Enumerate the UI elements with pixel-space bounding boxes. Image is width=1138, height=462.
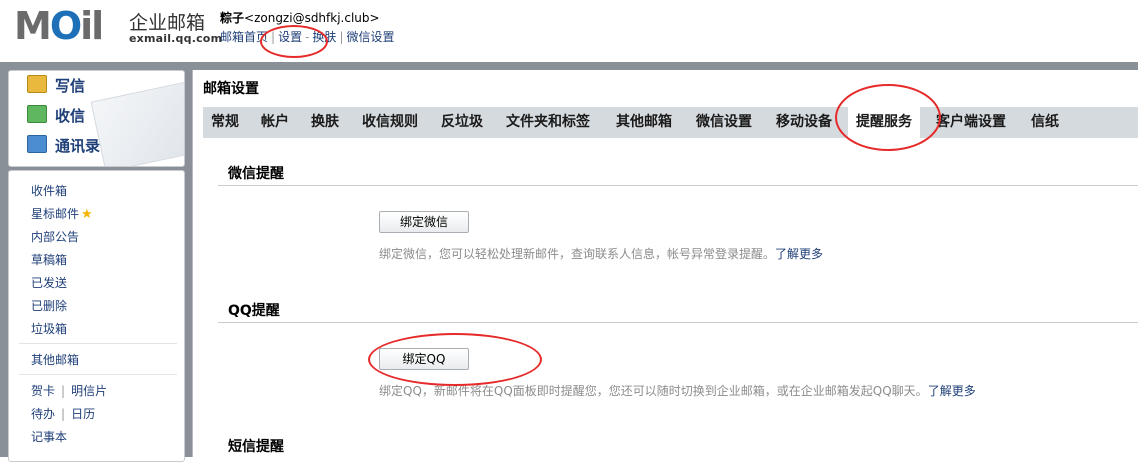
separator: - xyxy=(305,30,310,44)
description-text: 绑定QQ，新邮件将在QQ面板即时提醒您，您还可以随时切换到企业邮箱，或在企业邮箱… xyxy=(379,384,928,398)
folder-inbox[interactable]: 收件箱 xyxy=(31,182,67,199)
page-title: 邮箱设置 xyxy=(203,81,259,97)
tab-stationery[interactable]: 信纸 xyxy=(1031,107,1059,138)
link-mail-home[interactable]: 邮箱首页 xyxy=(220,30,268,44)
logo-domain: exmail.qq.com xyxy=(129,32,223,45)
description-text: 绑定微信，您可以轻松处理新邮件，查询联系人信息，帐号异常登录提醒。 xyxy=(379,247,776,261)
learn-more-link[interactable]: 了解更多 xyxy=(928,384,976,398)
folder-drafts[interactable]: 草稿箱 xyxy=(31,251,67,268)
pencil-icon xyxy=(27,75,47,93)
user-name: 粽子 xyxy=(220,11,245,25)
separator: | xyxy=(271,30,276,44)
settings-tabs: 常规 帐户 换肤 收信规则 反垃圾 文件夹和标签 其他邮箱 微信设置 移动设备 … xyxy=(203,107,1138,138)
envelope-decoration xyxy=(90,81,184,166)
quick-actions: 写信 收信 通讯录 xyxy=(8,70,185,167)
sidebar-item-compose[interactable]: 写信 xyxy=(27,74,85,98)
star-icon: ★ xyxy=(81,207,93,222)
separator: | xyxy=(339,30,344,44)
sidebar-item-contacts[interactable]: 通讯录 xyxy=(27,134,100,158)
tab-receive-rules[interactable]: 收信规则 xyxy=(362,107,418,138)
tool-todo[interactable]: 待办 xyxy=(31,407,55,421)
user-info: 粽子<zongzi@sdhfkj.club> xyxy=(220,9,380,26)
folder-other-mailbox[interactable]: 其他邮箱 xyxy=(31,351,79,368)
section-title-sms: 短信提醒 xyxy=(228,439,284,455)
tools-row-cards: 贺卡 | 明信片 xyxy=(31,382,107,399)
sidebar-item-label: 通讯录 xyxy=(55,137,101,155)
tools-row-tasks: 待办 | 日历 xyxy=(31,405,95,422)
link-wechat-settings[interactable]: 微信设置 xyxy=(346,30,394,44)
section-title-qq: QQ提醒 xyxy=(228,303,280,319)
qq-description: 绑定QQ，新邮件将在QQ面板即时提醒您，您还可以随时切换到企业邮箱，或在企业邮箱… xyxy=(379,382,976,399)
separator: | xyxy=(61,407,66,421)
divider xyxy=(19,343,177,344)
tool-greeting-card[interactable]: 贺卡 xyxy=(31,384,55,398)
sidebar-item-receive[interactable]: 收信 xyxy=(27,104,85,128)
settings-panel: 邮箱设置 常规 帐户 换肤 收信规则 反垃圾 文件夹和标签 其他邮箱 微信设置 … xyxy=(192,70,1138,457)
tool-postcard[interactable]: 明信片 xyxy=(71,384,107,398)
folder-label: 星标邮件 xyxy=(31,207,80,221)
folder-starred[interactable]: 星标邮件 ★ xyxy=(31,205,93,222)
tab-other-mailbox[interactable]: 其他邮箱 xyxy=(616,107,672,138)
tool-notebook[interactable]: 记事本 xyxy=(31,428,67,445)
bind-wechat-button[interactable]: 绑定微信 xyxy=(379,211,469,233)
logo-title: 企业邮箱 xyxy=(129,12,206,34)
top-header: MOil 企业邮箱 exmail.qq.com 粽子<zongzi@sdhfkj… xyxy=(0,0,1138,62)
tab-mobile-devices[interactable]: 移动设备 xyxy=(776,107,832,138)
bind-qq-button[interactable]: 绑定QQ xyxy=(379,348,469,370)
folder-announcements[interactable]: 内部公告 xyxy=(31,228,79,245)
tab-client-settings[interactable]: 客户端设置 xyxy=(936,107,1006,138)
user-email: <zongzi@sdhfkj.club> xyxy=(244,11,380,25)
link-skin[interactable]: 换肤 xyxy=(312,30,336,44)
inbox-icon xyxy=(27,105,47,123)
divider xyxy=(19,374,177,375)
top-links: 邮箱首页 | 设置 - 换肤 | 微信设置 xyxy=(220,28,395,45)
section-divider xyxy=(218,185,1138,186)
folder-sent[interactable]: 已发送 xyxy=(31,274,67,291)
tab-folders-labels[interactable]: 文件夹和标签 xyxy=(506,107,590,138)
tab-reminder-service[interactable]: 提醒服务 xyxy=(848,107,920,138)
tab-general[interactable]: 常规 xyxy=(211,107,239,138)
sidebar-item-label: 收信 xyxy=(55,107,86,125)
sidebar: 写信 收信 通讯录 收件箱 星标邮件 ★ 内部公告 草稿箱 已发送 已删除 垃圾箱… xyxy=(0,70,192,462)
folder-spam[interactable]: 垃圾箱 xyxy=(31,320,67,337)
tab-wechat-settings[interactable]: 微信设置 xyxy=(696,107,752,138)
folder-deleted[interactable]: 已删除 xyxy=(31,297,67,314)
section-divider xyxy=(218,322,1138,323)
logo[interactable]: MOil 企业邮箱 exmail.qq.com xyxy=(14,4,223,48)
folder-list: 收件箱 星标邮件 ★ 内部公告 草稿箱 已发送 已删除 垃圾箱 其他邮箱 贺卡 | 明… xyxy=(8,170,185,462)
frame-bar xyxy=(0,62,1138,70)
tab-skin[interactable]: 换肤 xyxy=(311,107,339,138)
section-title-wechat: 微信提醒 xyxy=(228,166,284,182)
learn-more-link[interactable]: 了解更多 xyxy=(775,247,823,261)
tab-anti-spam[interactable]: 反垃圾 xyxy=(441,107,483,138)
sidebar-item-label: 写信 xyxy=(55,77,86,95)
wechat-description: 绑定微信，您可以轻松处理新邮件，查询联系人信息，帐号异常登录提醒。了解更多 xyxy=(379,245,823,262)
contacts-icon xyxy=(27,135,47,153)
link-settings[interactable]: 设置 xyxy=(278,30,302,44)
tool-calendar[interactable]: 日历 xyxy=(71,407,95,421)
separator: | xyxy=(61,384,66,398)
tab-account[interactable]: 帐户 xyxy=(261,107,289,138)
logo-wordmark: MOil xyxy=(14,4,104,48)
